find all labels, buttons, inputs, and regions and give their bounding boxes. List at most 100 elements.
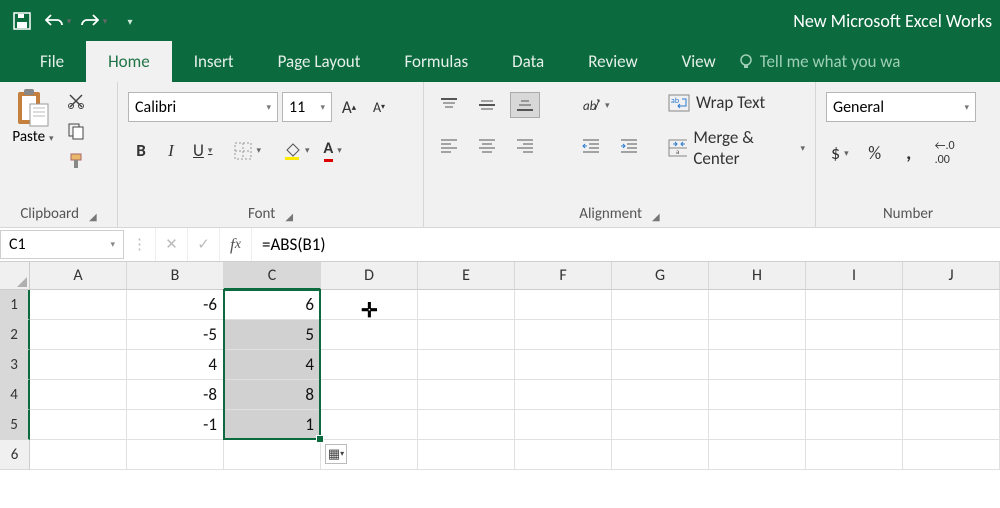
cell-E4[interactable]	[418, 380, 515, 410]
cell-B4[interactable]: -8	[127, 380, 224, 410]
cell-H4[interactable]	[709, 380, 806, 410]
cell-F4[interactable]	[515, 380, 612, 410]
insert-function-button[interactable]: fx	[220, 228, 252, 261]
autofill-options-button[interactable]: ▦▾	[325, 444, 347, 464]
underline-button[interactable]: U	[188, 137, 217, 164]
row-header-5[interactable]: 5	[0, 410, 30, 440]
align-center-button[interactable]	[472, 132, 502, 158]
cell-I2[interactable]	[806, 320, 903, 350]
enter-formula-button[interactable]: ✓	[188, 228, 220, 261]
save-icon[interactable]	[8, 7, 36, 35]
col-header-E[interactable]: E	[418, 262, 515, 290]
cell-J4[interactable]	[903, 380, 1000, 410]
row-header-6[interactable]: 6	[0, 440, 30, 470]
cell-I6[interactable]	[806, 440, 903, 470]
cell-B1[interactable]: -6	[127, 290, 224, 320]
accounting-format-button[interactable]: $	[826, 136, 854, 170]
paste-button[interactable]: Paste	[10, 88, 56, 146]
font-dialog-launcher[interactable]: ◢	[285, 210, 293, 223]
orientation-button[interactable]: ab	[576, 92, 615, 118]
cell-D5[interactable]	[321, 410, 418, 440]
cell-G2[interactable]	[612, 320, 709, 350]
tab-data[interactable]: Data	[490, 41, 566, 82]
cell-C6[interactable]	[224, 440, 321, 470]
col-header-B[interactable]: B	[127, 262, 224, 290]
row-header-1[interactable]: 1	[0, 290, 30, 320]
formula-input[interactable]: =ABS(B1)	[252, 228, 1000, 261]
tab-review[interactable]: Review	[566, 41, 659, 82]
undo-button[interactable]	[44, 7, 72, 35]
tab-formulas[interactable]: Formulas	[382, 41, 490, 82]
align-right-button[interactable]	[510, 132, 540, 158]
cell-E1[interactable]	[418, 290, 515, 320]
row-header-2[interactable]: 2	[0, 320, 30, 350]
cell-F1[interactable]	[515, 290, 612, 320]
cell-F6[interactable]	[515, 440, 612, 470]
align-left-button[interactable]	[434, 132, 464, 158]
col-header-H[interactable]: H	[709, 262, 806, 290]
font-color-button[interactable]: A	[319, 136, 347, 165]
decrease-indent-button[interactable]	[576, 132, 606, 158]
cell-J2[interactable]	[903, 320, 1000, 350]
cell-E2[interactable]	[418, 320, 515, 350]
tell-me[interactable]: Tell me what you wa	[738, 41, 901, 82]
cell-G5[interactable]	[612, 410, 709, 440]
percent-button[interactable]: %	[862, 136, 888, 170]
cell-G1[interactable]	[612, 290, 709, 320]
cell-G6[interactable]	[612, 440, 709, 470]
name-box[interactable]: C1 ▾	[0, 230, 124, 259]
cell-I4[interactable]	[806, 380, 903, 410]
cell-E3[interactable]	[418, 350, 515, 380]
cell-G4[interactable]	[612, 380, 709, 410]
worksheet-grid[interactable]: ABCDEFGHIJ 123456 -66-5544-88-11 ▦▾ ✛	[0, 262, 1000, 508]
increase-font-button[interactable]: A▴	[336, 94, 362, 121]
copy-button[interactable]	[62, 118, 90, 144]
cell-B3[interactable]: 4	[127, 350, 224, 380]
cell-H2[interactable]	[709, 320, 806, 350]
align-bottom-button[interactable]	[510, 92, 540, 118]
col-header-G[interactable]: G	[612, 262, 709, 290]
cell-A3[interactable]	[30, 350, 127, 380]
format-painter-button[interactable]	[62, 148, 90, 174]
tab-file[interactable]: File	[18, 41, 86, 82]
col-header-A[interactable]: A	[30, 262, 127, 290]
col-header-C[interactable]: C	[224, 262, 321, 290]
customize-qat-icon[interactable]: ▾	[116, 7, 144, 35]
col-header-I[interactable]: I	[806, 262, 903, 290]
cut-button[interactable]	[62, 88, 90, 114]
cell-A5[interactable]	[30, 410, 127, 440]
cell-C2[interactable]: 5	[224, 320, 321, 350]
cell-J6[interactable]	[903, 440, 1000, 470]
cell-B5[interactable]: -1	[127, 410, 224, 440]
cell-E6[interactable]	[418, 440, 515, 470]
fill-color-button[interactable]	[278, 138, 315, 164]
cell-I3[interactable]	[806, 350, 903, 380]
cell-J1[interactable]	[903, 290, 1000, 320]
decrease-font-button[interactable]: A▾	[366, 94, 392, 120]
cell-C5[interactable]: 1	[224, 410, 321, 440]
align-middle-button[interactable]	[472, 92, 502, 118]
merge-center-button[interactable]: a Merge & Center	[668, 127, 805, 169]
cell-A1[interactable]	[30, 290, 127, 320]
col-header-J[interactable]: J	[903, 262, 1000, 290]
tab-insert[interactable]: Insert	[172, 41, 256, 82]
wrap-text-button[interactable]: ab Wrap Text	[668, 92, 805, 113]
cell-F5[interactable]	[515, 410, 612, 440]
cell-B2[interactable]: -5	[127, 320, 224, 350]
col-header-D[interactable]: D	[321, 262, 418, 290]
cell-D4[interactable]	[321, 380, 418, 410]
cell-I1[interactable]	[806, 290, 903, 320]
row-header-3[interactable]: 3	[0, 350, 30, 380]
cell-C1[interactable]: 6	[224, 290, 321, 320]
cell-C4[interactable]: 8	[224, 380, 321, 410]
cell-J5[interactable]	[903, 410, 1000, 440]
font-name-combo[interactable]: Calibri▾	[128, 92, 278, 122]
cancel-formula-button[interactable]: ✕	[156, 228, 188, 261]
cell-C3[interactable]: 4	[224, 350, 321, 380]
clipboard-dialog-launcher[interactable]: ◢	[89, 210, 97, 223]
redo-button[interactable]	[80, 7, 108, 35]
cell-H3[interactable]	[709, 350, 806, 380]
cell-F3[interactable]	[515, 350, 612, 380]
tab-home[interactable]: Home	[86, 41, 172, 82]
cell-H5[interactable]	[709, 410, 806, 440]
